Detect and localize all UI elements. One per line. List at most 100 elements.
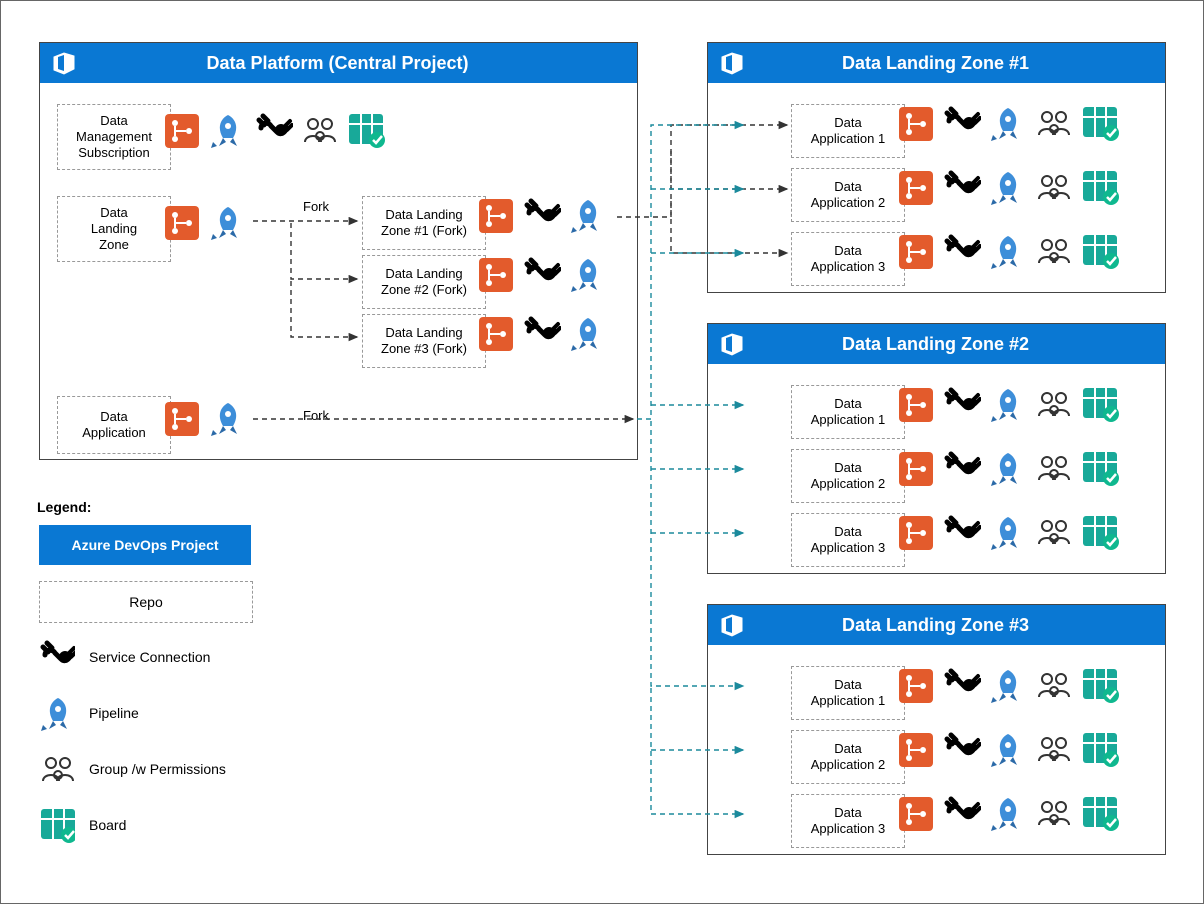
board-icon (1081, 731, 1119, 769)
repo-fork-2: Data Landing Zone #2 (Fork) (362, 255, 486, 309)
board-icon (1081, 667, 1119, 705)
board-icon (1081, 169, 1119, 207)
board-icon (39, 807, 75, 843)
service-connection-icon (943, 731, 981, 769)
zone-2-app-2: Data Application 2 (791, 449, 905, 503)
group-icon (39, 751, 75, 787)
zone-1-app-2: Data Application 2 (791, 168, 905, 222)
legend-title: Legend: (37, 499, 91, 515)
pipeline-icon (989, 233, 1027, 271)
group-icon (1035, 169, 1073, 207)
fork-label-1: Fork (303, 199, 329, 214)
zone-1-app-1-icons (897, 105, 1119, 143)
fork-label-2: Fork (303, 408, 329, 423)
pipeline-icon (209, 112, 247, 150)
board-icon (1081, 514, 1119, 552)
legend-sc-label: Service Connection (89, 649, 210, 665)
row-fork1-icons (477, 197, 607, 235)
repo-icon (897, 450, 935, 488)
central-project-header: Data Platform (Central Project) (40, 43, 637, 83)
pipeline-icon (209, 400, 247, 438)
zone-3-app-1: Data Application 1 (791, 666, 905, 720)
board-icon (1081, 233, 1119, 271)
group-icon (1035, 795, 1073, 833)
group-icon (1035, 450, 1073, 488)
pipeline-icon (989, 386, 1027, 424)
legend-sc: Service Connection (39, 639, 210, 675)
zone-1-header: Data Landing Zone #1 (708, 43, 1165, 83)
repo-icon (163, 400, 201, 438)
devops-icon (50, 49, 78, 77)
service-connection-icon (39, 639, 75, 675)
group-icon (1035, 105, 1073, 143)
service-connection-icon (943, 450, 981, 488)
pipeline-icon (989, 667, 1027, 705)
zone-1-app-3: Data Application 3 (791, 232, 905, 286)
board-icon (1081, 795, 1119, 833)
devops-icon (718, 330, 746, 358)
service-connection-icon (523, 315, 561, 353)
legend-group-label: Group /w Permissions (89, 761, 226, 777)
row-fork3-icons (477, 315, 607, 353)
repo-data-mgmt: Data Management Subscription (57, 104, 171, 170)
repo-icon (897, 169, 935, 207)
board-icon (1081, 386, 1119, 424)
service-connection-icon (523, 256, 561, 294)
group-icon (1035, 233, 1073, 271)
pipeline-icon (209, 204, 247, 242)
zone-2-app-3: Data Application 3 (791, 513, 905, 567)
service-connection-icon (523, 197, 561, 235)
service-connection-icon (943, 105, 981, 143)
zone-1-app-1: Data Application 1 (791, 104, 905, 158)
zone-1-app-3-icons (897, 233, 1119, 271)
pipeline-icon (989, 731, 1027, 769)
zone-2-app-1: Data Application 1 (791, 385, 905, 439)
pipeline-icon (39, 695, 75, 731)
repo-data-app: Data Application (57, 396, 171, 454)
pipeline-icon (989, 169, 1027, 207)
legend-board-label: Board (89, 817, 126, 833)
service-connection-icon (943, 514, 981, 552)
row-fork2-icons (477, 256, 607, 294)
repo-icon (897, 795, 935, 833)
repo-icon (163, 112, 201, 150)
group-icon (1035, 514, 1073, 552)
repo-icon (477, 315, 515, 353)
repo-icon (163, 204, 201, 242)
service-connection-icon (255, 112, 293, 150)
zone-3-header: Data Landing Zone #3 (708, 605, 1165, 645)
repo-icon (897, 105, 935, 143)
repo-icon (897, 514, 935, 552)
board-icon (1081, 105, 1119, 143)
group-icon (1035, 386, 1073, 424)
repo-icon (477, 197, 515, 235)
legend-project: Azure DevOps Project (39, 525, 251, 565)
row-mgmt-icons (163, 112, 385, 150)
zone-2-header: Data Landing Zone #2 (708, 324, 1165, 364)
legend-pipe: Pipeline (39, 695, 139, 731)
pipeline-icon (569, 256, 607, 294)
pipeline-icon (989, 105, 1027, 143)
service-connection-icon (943, 169, 981, 207)
zone-3-app-3-icons (897, 795, 1119, 833)
repo-fork-1: Data Landing Zone #1 (Fork) (362, 196, 486, 250)
row-dlz-icons (163, 204, 247, 242)
service-connection-icon (943, 795, 981, 833)
service-connection-icon (943, 233, 981, 271)
service-connection-icon (943, 386, 981, 424)
legend-group: Group /w Permissions (39, 751, 226, 787)
repo-dlz: Data Landing Zone (57, 196, 171, 262)
board-icon (347, 112, 385, 150)
group-icon (1035, 731, 1073, 769)
devops-icon (718, 611, 746, 639)
board-icon (1081, 450, 1119, 488)
zone-1-title: Data Landing Zone #1 (746, 53, 1155, 74)
repo-icon (897, 386, 935, 424)
central-project-title: Data Platform (Central Project) (78, 53, 627, 74)
legend-pipe-label: Pipeline (89, 705, 139, 721)
legend-repo: Repo (39, 581, 253, 623)
row-app-icons (163, 400, 247, 438)
repo-fork-3: Data Landing Zone #3 (Fork) (362, 314, 486, 368)
service-connection-icon (943, 667, 981, 705)
group-icon (1035, 667, 1073, 705)
